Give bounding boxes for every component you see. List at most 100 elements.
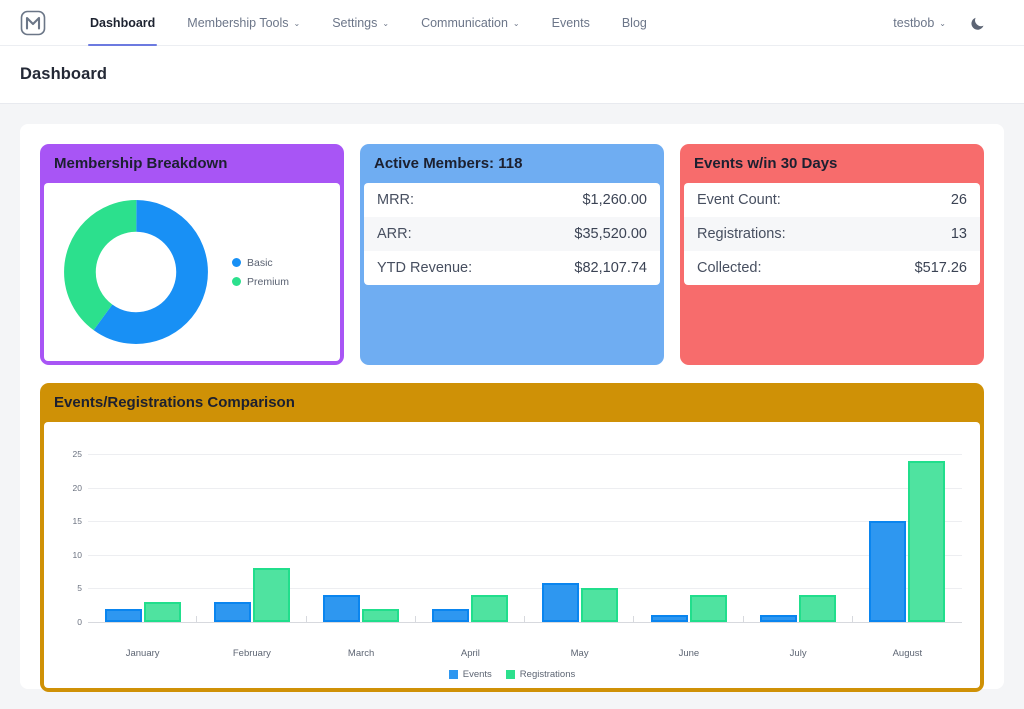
legend-swatch-icon bbox=[232, 258, 241, 267]
stat-label: Collected: bbox=[697, 260, 761, 276]
user-menu[interactable]: testbob ⌄ bbox=[893, 16, 946, 30]
bar-registrations[interactable] bbox=[690, 595, 727, 622]
bar-events[interactable] bbox=[214, 602, 251, 622]
stat-row-ytd-revenue: YTD Revenue: $82,107.74 bbox=[364, 251, 660, 285]
stat-row-mrr: MRR: $1,260.00 bbox=[364, 183, 660, 217]
page-header: Dashboard bbox=[0, 46, 1024, 104]
card-title: Events/Registrations Comparison bbox=[40, 383, 984, 422]
top-navbar: Dashboard Membership Tools ⌄ Settings ⌄ … bbox=[0, 0, 1024, 46]
y-axis-tick-label: 25 bbox=[56, 449, 82, 459]
bar-events[interactable] bbox=[869, 521, 906, 622]
bar-group bbox=[853, 432, 962, 622]
bar-registrations[interactable] bbox=[362, 609, 399, 622]
stat-label: ARR: bbox=[377, 226, 412, 242]
card-body: Event Count: 26 Registrations: 13 Collec… bbox=[684, 183, 980, 285]
bar-events[interactable] bbox=[323, 595, 360, 622]
primary-nav: Dashboard Membership Tools ⌄ Settings ⌄ … bbox=[74, 0, 663, 46]
legend-swatch-icon bbox=[449, 670, 458, 679]
card-title: Events w/in 30 Days bbox=[680, 144, 984, 183]
legend-item-events[interactable]: Events bbox=[449, 669, 492, 680]
legend-item-premium[interactable]: Premium bbox=[232, 276, 289, 288]
nav-label: Dashboard bbox=[90, 16, 155, 30]
membership-breakdown-card: Membership Breakdown Basic bbox=[40, 144, 344, 365]
y-axis-tick-label: 10 bbox=[56, 550, 82, 560]
bar-registrations[interactable] bbox=[908, 461, 945, 622]
nav-item-membership-tools[interactable]: Membership Tools ⌄ bbox=[171, 0, 316, 46]
x-axis-tick-label: June bbox=[634, 648, 743, 659]
bar-group bbox=[307, 432, 416, 622]
card-title: Active Members: 118 bbox=[360, 144, 664, 183]
bar-registrations[interactable] bbox=[471, 595, 508, 622]
nav-item-events[interactable]: Events bbox=[536, 0, 606, 46]
bar-events[interactable] bbox=[651, 615, 688, 622]
nav-item-settings[interactable]: Settings ⌄ bbox=[316, 0, 405, 46]
stat-label: Registrations: bbox=[697, 226, 786, 242]
nav-label: Events bbox=[552, 16, 590, 30]
nav-label: Settings bbox=[332, 16, 377, 30]
m-logo-icon[interactable] bbox=[18, 8, 48, 38]
legend-item-registrations[interactable]: Registrations bbox=[506, 669, 575, 680]
bar-registrations[interactable] bbox=[253, 568, 290, 622]
stat-label: Event Count: bbox=[697, 192, 781, 208]
y-axis-tick-label: 15 bbox=[56, 516, 82, 526]
stat-value: $35,520.00 bbox=[574, 226, 647, 242]
stat-label: YTD Revenue: bbox=[377, 260, 472, 276]
x-axis-tick-label: February bbox=[197, 648, 306, 659]
bar-events[interactable] bbox=[542, 583, 579, 622]
bar-registrations[interactable] bbox=[581, 588, 618, 622]
chevron-down-icon: ⌄ bbox=[294, 20, 301, 28]
chart-legend: Events Registrations bbox=[56, 669, 968, 680]
y-axis-tick-label: 20 bbox=[56, 483, 82, 493]
x-axis-tick-label: January bbox=[88, 648, 197, 659]
legend-swatch-icon bbox=[506, 670, 515, 679]
bar-group bbox=[525, 432, 634, 622]
nav-label: Communication bbox=[421, 16, 508, 30]
x-axis-labels: JanuaryFebruaryMarchAprilMayJuneJulyAugu… bbox=[88, 648, 962, 659]
nav-label: Membership Tools bbox=[187, 16, 288, 30]
x-axis-tick-label: August bbox=[853, 648, 962, 659]
bar-events[interactable] bbox=[760, 615, 797, 622]
bar-group bbox=[744, 432, 853, 622]
bar-registrations[interactable] bbox=[144, 602, 181, 622]
legend-label: Premium bbox=[247, 276, 289, 288]
moon-icon[interactable] bbox=[968, 13, 988, 33]
stat-label: MRR: bbox=[377, 192, 414, 208]
page-title: Dashboard bbox=[20, 65, 107, 84]
bar-group bbox=[88, 432, 197, 622]
active-members-card: Active Members: 118 MRR: $1,260.00 ARR: … bbox=[360, 144, 664, 365]
legend-item-basic[interactable]: Basic bbox=[232, 257, 289, 269]
bar-groups bbox=[88, 432, 962, 644]
stat-value: $82,107.74 bbox=[574, 260, 647, 276]
events-registrations-chart-card: Events/Registrations Comparison 25 20 15 10… bbox=[40, 383, 984, 692]
bar-events[interactable] bbox=[105, 609, 142, 622]
stat-row-event-count: Event Count: 26 bbox=[684, 183, 980, 217]
bar-events[interactable] bbox=[432, 609, 469, 622]
nav-label: Blog bbox=[622, 16, 647, 30]
navbar-right: testbob ⌄ bbox=[893, 13, 1006, 33]
legend-swatch-icon bbox=[232, 277, 241, 286]
nav-item-dashboard[interactable]: Dashboard bbox=[74, 0, 171, 46]
summary-card-row: Membership Breakdown Basic bbox=[40, 144, 984, 365]
donut-chart-area: Basic Premium bbox=[44, 183, 340, 361]
nav-item-blog[interactable]: Blog bbox=[606, 0, 663, 46]
nav-item-communication[interactable]: Communication ⌄ bbox=[405, 0, 536, 46]
y-axis-tick-label: 5 bbox=[56, 583, 82, 593]
membership-donut-chart[interactable] bbox=[62, 198, 210, 346]
legend-label: Basic bbox=[247, 257, 273, 269]
x-axis-tick-label: July bbox=[744, 648, 853, 659]
bar-chart[interactable]: 25 20 15 10 5 0 bbox=[56, 432, 968, 644]
legend-label: Events bbox=[463, 669, 492, 680]
stat-row-collected: Collected: $517.26 bbox=[684, 251, 980, 285]
page-body: Membership Breakdown Basic bbox=[0, 104, 1024, 709]
bar-group bbox=[416, 432, 525, 622]
user-name: testbob bbox=[893, 16, 934, 30]
bar-group bbox=[634, 432, 743, 622]
stat-row-registrations: Registrations: 13 bbox=[684, 217, 980, 251]
stat-value: 26 bbox=[951, 192, 967, 208]
bar-registrations[interactable] bbox=[799, 595, 836, 622]
bar-group bbox=[197, 432, 306, 622]
x-axis-tick-label: May bbox=[525, 648, 634, 659]
y-axis-tick-label: 0 bbox=[56, 617, 82, 627]
stat-value: 13 bbox=[951, 226, 967, 242]
card-body: MRR: $1,260.00 ARR: $35,520.00 YTD Reven… bbox=[364, 183, 660, 285]
